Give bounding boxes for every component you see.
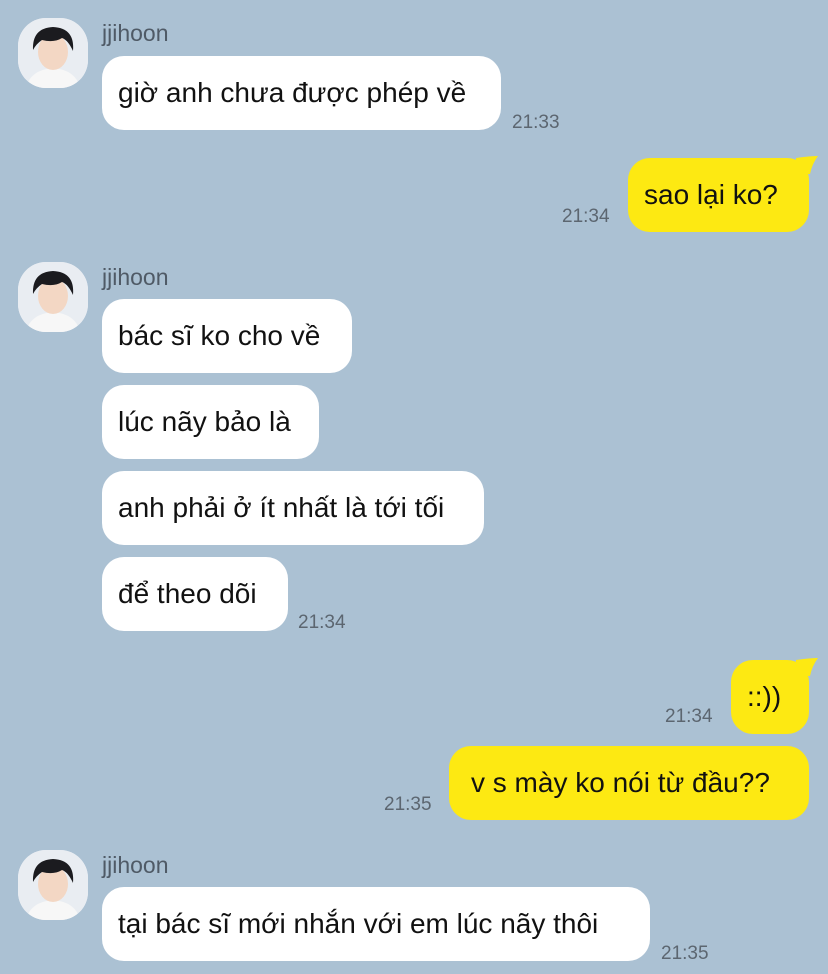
message-bubble[interactable]: v s mày ko nói từ đầu?? [449, 746, 809, 820]
message-time: 21:34 [298, 612, 346, 633]
message-bubble[interactable]: lúc nãy bảo là [102, 385, 319, 459]
message-bubble[interactable]: ::)) [731, 660, 809, 734]
message-text: giờ anh chưa được phép về [118, 77, 467, 108]
message-text: anh phải ở ít nhất là tới tối [118, 492, 445, 523]
message-text: bác sĩ ko cho về [118, 320, 321, 351]
message-bubble[interactable]: anh phải ở ít nhất là tới tối [102, 471, 484, 545]
message-time: 21:35 [384, 794, 432, 815]
message-time: 21:35 [661, 943, 709, 964]
message-text: để theo dõi [118, 578, 257, 609]
message-bubble[interactable]: sao lại ko? [628, 158, 809, 232]
message-bubble[interactable]: bác sĩ ko cho về [102, 299, 352, 373]
message-time: 21:34 [665, 706, 713, 727]
message-text: v s mày ko nói từ đầu?? [471, 767, 770, 798]
profile-photo-icon [18, 262, 88, 332]
message-time: 21:33 [512, 112, 560, 133]
profile-photo-icon [18, 18, 88, 88]
sender-name: jjihoon [102, 20, 169, 46]
message-text: ::)) [747, 681, 782, 712]
avatar[interactable] [18, 850, 88, 920]
message-text: sao lại ko? [644, 179, 778, 210]
message-text: tại bác sĩ mới nhắn với em lúc nãy thôi [118, 908, 599, 939]
message-text: lúc nãy bảo là [118, 406, 291, 437]
message-bubble[interactable]: giờ anh chưa được phép về [102, 56, 501, 130]
avatar[interactable] [18, 262, 88, 332]
message-time: 21:34 [562, 206, 610, 227]
message-bubble[interactable]: tại bác sĩ mới nhắn với em lúc nãy thôi [102, 887, 650, 961]
sender-name: jjihoon [102, 264, 169, 290]
profile-photo-icon [18, 850, 88, 920]
avatar[interactable] [18, 18, 88, 88]
message-bubble[interactable]: để theo dõi [102, 557, 288, 631]
sender-name: jjihoon [102, 852, 169, 878]
